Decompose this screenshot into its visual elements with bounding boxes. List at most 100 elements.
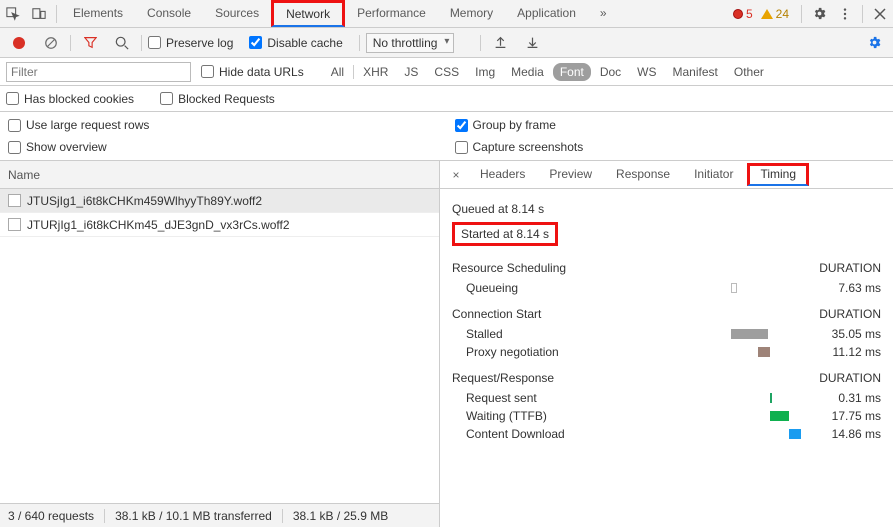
tab-application[interactable]: Application (505, 0, 588, 27)
file-icon (8, 218, 21, 231)
use-large-rows-label: Use large request rows (26, 118, 149, 132)
tabs-overflow[interactable]: » (588, 0, 619, 27)
timing-started: Started at 8.14 s (452, 222, 558, 246)
error-badge[interactable]: 5 (733, 7, 753, 21)
timing-value: 0.31 ms (801, 391, 881, 405)
hide-data-urls-checkbox[interactable]: Hide data URLs (201, 65, 304, 79)
timing-row-queueing: Queueing 7.63 ms (466, 281, 881, 295)
filter-img[interactable]: Img (468, 63, 502, 81)
timing-value: 7.63 ms (801, 281, 881, 295)
search-icon[interactable] (109, 30, 135, 56)
inspect-icon[interactable] (0, 1, 26, 27)
blocked-requests-label: Blocked Requests (178, 92, 275, 106)
timing-row-download: Content Download 14.86 ms (466, 427, 881, 441)
has-blocked-cookies-label: Has blocked cookies (24, 92, 134, 106)
filter-icon[interactable] (77, 30, 103, 56)
timing-label: Proxy negotiation (466, 345, 646, 359)
detail-tab-headers[interactable]: Headers (470, 163, 535, 187)
use-large-rows-checkbox[interactable]: Use large request rows (8, 118, 429, 132)
duration-label: DURATION (819, 261, 881, 275)
hide-data-urls-label: Hide data URLs (219, 65, 304, 79)
timing-row-ttfb: Waiting (TTFB) 17.75 ms (466, 409, 881, 423)
timing-value: 35.05 ms (801, 327, 881, 341)
disable-cache-checkbox[interactable]: Disable cache (249, 36, 342, 50)
request-name: JTUSjIg1_i6t8kCHKm459WlhyyTh89Y.woff2 (27, 194, 262, 208)
upload-har-icon[interactable] (487, 30, 513, 56)
has-blocked-cookies-checkbox[interactable]: Has blocked cookies (6, 92, 134, 106)
timing-row-sent: Request sent 0.31 ms (466, 391, 881, 405)
timing-value: 14.86 ms (801, 427, 881, 441)
tab-elements[interactable]: Elements (61, 0, 135, 27)
devtools-tabs: Elements Console Sources Network Perform… (61, 0, 619, 27)
group-by-frame-checkbox[interactable]: Group by frame (455, 118, 876, 132)
status-resources: 38.1 kB / 25.9 MB (293, 509, 388, 523)
disable-cache-label: Disable cache (267, 36, 342, 50)
timing-value: 17.75 ms (801, 409, 881, 423)
section-request-title: Request/Response (452, 371, 554, 385)
download-har-icon[interactable] (519, 30, 545, 56)
show-overview-label: Show overview (26, 140, 107, 154)
throttling-select[interactable]: No throttling (366, 33, 455, 53)
filter-css[interactable]: CSS (427, 63, 466, 81)
device-icon[interactable] (26, 1, 52, 27)
network-settings-icon[interactable] (861, 30, 887, 56)
tab-performance[interactable]: Performance (345, 0, 438, 27)
capture-screenshots-label: Capture screenshots (473, 140, 584, 154)
filter-xhr[interactable]: XHR (356, 63, 395, 81)
tab-memory[interactable]: Memory (438, 0, 505, 27)
duration-label: DURATION (819, 371, 881, 385)
timing-label: Stalled (466, 327, 646, 341)
filter-doc[interactable]: Doc (593, 63, 628, 81)
request-row[interactable]: JTURjIg1_i6t8kCHKm45_dJE3gnD_vx3rCs.woff… (0, 213, 439, 237)
filter-other[interactable]: Other (727, 63, 771, 81)
filter-media[interactable]: Media (504, 63, 551, 81)
timing-row-stalled: Stalled 35.05 ms (466, 327, 881, 341)
settings-icon[interactable] (806, 1, 832, 27)
filter-ws[interactable]: WS (630, 63, 663, 81)
section-connection-title: Connection Start (452, 307, 541, 321)
timing-label: Queueing (466, 281, 646, 295)
group-by-frame-label: Group by frame (473, 118, 556, 132)
warning-icon (761, 9, 773, 19)
filter-all[interactable]: All (324, 63, 351, 81)
tab-network[interactable]: Network (271, 0, 345, 27)
request-row[interactable]: JTUSjIg1_i6t8kCHKm459WlhyyTh89Y.woff2 (0, 189, 439, 213)
status-transferred: 38.1 kB / 10.1 MB transferred (115, 509, 272, 523)
status-requests: 3 / 640 requests (8, 509, 94, 523)
timing-value: 11.12 ms (801, 345, 881, 359)
filter-font[interactable]: Font (553, 63, 591, 81)
tab-console[interactable]: Console (135, 0, 203, 27)
file-icon (8, 194, 21, 207)
timing-label: Request sent (466, 391, 646, 405)
preserve-log-label: Preserve log (166, 36, 233, 50)
timing-label: Content Download (466, 427, 646, 441)
preserve-log-checkbox[interactable]: Preserve log (148, 36, 233, 50)
detail-tab-initiator[interactable]: Initiator (684, 163, 743, 187)
more-icon[interactable] (832, 1, 858, 27)
request-name: JTURjIg1_i6t8kCHKm45_dJE3gnD_vx3rCs.woff… (27, 218, 290, 232)
section-resource-title: Resource Scheduling (452, 261, 566, 275)
record-button[interactable] (6, 30, 32, 56)
tab-sources[interactable]: Sources (203, 0, 271, 27)
detail-tab-preview[interactable]: Preview (539, 163, 602, 187)
timing-row-proxy: Proxy negotiation 11.12 ms (466, 345, 881, 359)
error-icon (733, 9, 743, 19)
close-detail-button[interactable]: × (446, 168, 466, 182)
type-filters: All XHR JS CSS Img Media Font Doc WS Man… (324, 63, 771, 81)
blocked-requests-checkbox[interactable]: Blocked Requests (160, 92, 275, 106)
close-icon[interactable] (867, 1, 893, 27)
filter-manifest[interactable]: Manifest (666, 63, 725, 81)
grid-header-name[interactable]: Name (0, 161, 439, 189)
clear-button[interactable] (38, 30, 64, 56)
filter-js[interactable]: JS (397, 63, 425, 81)
timing-label: Waiting (TTFB) (466, 409, 646, 423)
detail-tab-timing[interactable]: Timing (747, 163, 809, 186)
capture-screenshots-checkbox[interactable]: Capture screenshots (455, 140, 876, 154)
filter-input[interactable] (6, 62, 191, 82)
show-overview-checkbox[interactable]: Show overview (8, 140, 429, 154)
error-count: 5 (746, 7, 753, 21)
warning-badge[interactable]: 24 (761, 7, 789, 21)
warning-count: 24 (776, 7, 789, 21)
timing-queued: Queued at 8.14 s (452, 202, 881, 216)
detail-tab-response[interactable]: Response (606, 163, 680, 187)
